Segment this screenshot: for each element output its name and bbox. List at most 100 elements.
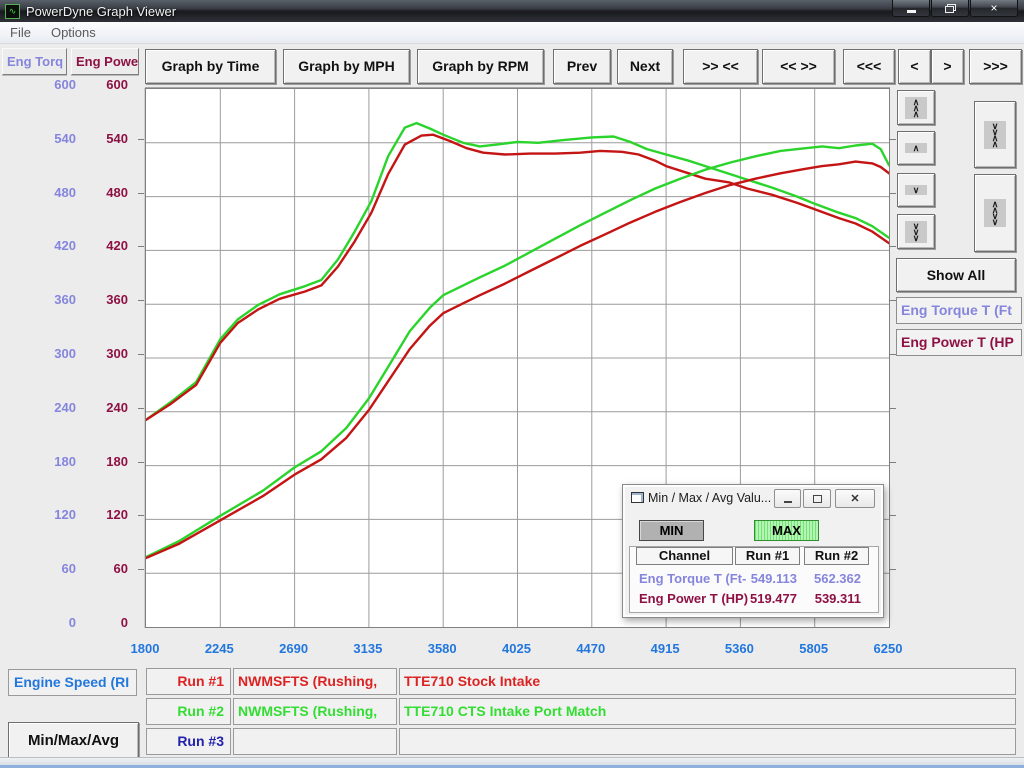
- y-tick-label-power: 300: [82, 346, 128, 362]
- y-zoom-in-button[interactable]: ∨ ∨ ∧ ∧: [974, 101, 1016, 168]
- x-tick-label: 3135: [336, 641, 400, 656]
- y-tick-label-power: 540: [82, 131, 128, 147]
- power-channel-label[interactable]: Eng Power T (HP: [896, 329, 1022, 356]
- tab-eng-torque[interactable]: Eng Torq: [2, 48, 67, 75]
- y-tick-label-torque: 120: [6, 507, 76, 523]
- min-max-avg-button[interactable]: Min/Max/Avg: [8, 722, 139, 760]
- close-button[interactable]: ×: [970, 0, 1018, 17]
- column-header-run1: Run #1: [735, 547, 800, 565]
- axis-tick-mark: [890, 569, 896, 570]
- x-tick-label: 4025: [485, 641, 549, 656]
- column-header-channel: Channel: [636, 547, 733, 565]
- expand-vertical-icon: ∧ ∧ ∨ ∨: [984, 199, 1007, 227]
- axis-tick-mark: [138, 515, 144, 516]
- next-button[interactable]: Next: [617, 49, 673, 84]
- run2-label[interactable]: Run #2: [146, 698, 231, 725]
- pan-right-button[interactable]: >: [931, 49, 964, 84]
- triple-chevron-up-icon: ∧ ∧ ∧: [905, 97, 928, 119]
- prev-button[interactable]: Prev: [553, 49, 611, 84]
- x-tick-label: 2690: [262, 641, 326, 656]
- scroll-down-fast-button[interactable]: ∨ ∨ ∨: [897, 214, 935, 249]
- axis-tick-mark: [138, 569, 144, 570]
- y-tick-label-power: 120: [82, 507, 128, 523]
- x-tick-label: 4470: [559, 641, 623, 656]
- pan-left-button[interactable]: <: [898, 49, 931, 84]
- window-bottom-border: [0, 757, 1024, 768]
- axis-tick-mark: [138, 246, 144, 247]
- popup-restore-button[interactable]: [803, 489, 831, 508]
- torque-row-run1-value: 549.113: [733, 571, 797, 586]
- chevron-down-icon: ∨: [905, 185, 928, 195]
- menu-bar: File Options: [0, 22, 1024, 44]
- popup-close-icon: ✕: [850, 492, 859, 505]
- popup-minimize-button[interactable]: [774, 489, 801, 508]
- torque-row-run2-value: 562.362: [801, 571, 861, 586]
- run1-label[interactable]: Run #1: [146, 668, 231, 695]
- zoom-in-x-button[interactable]: >> <<: [683, 49, 758, 84]
- pan-far-left-button[interactable]: <<<: [843, 49, 895, 84]
- axis-tick-mark: [890, 139, 896, 140]
- run3-description-box[interactable]: [399, 728, 1016, 755]
- graph-by-rpm-button[interactable]: Graph by RPM: [417, 49, 544, 84]
- maximize-button[interactable]: [931, 0, 969, 17]
- x-tick-label: 3580: [410, 641, 474, 656]
- popup-close-button[interactable]: ✕: [835, 489, 875, 508]
- axis-tick-mark: [890, 246, 896, 247]
- min-toggle-button[interactable]: MIN: [639, 520, 704, 541]
- torque-channel-label[interactable]: Eng Torque T (Ft: [896, 297, 1022, 324]
- y-tick-label-torque: 540: [6, 131, 76, 147]
- y-tick-label-power: 240: [82, 400, 128, 416]
- run3-label[interactable]: Run #3: [146, 728, 231, 755]
- app-icon: ∿: [5, 4, 20, 19]
- x-tick-label: 4915: [633, 641, 697, 656]
- min-max-popup-window[interactable]: Min / Max / Avg Valu... ✕ MIN MAX Channe…: [622, 484, 884, 618]
- pan-far-right-button[interactable]: >>>: [969, 49, 1022, 84]
- run2-description-box[interactable]: TTE710 CTS Intake Port Match: [399, 698, 1016, 725]
- y-tick-label-power: 60: [82, 561, 128, 577]
- popup-title: Min / Max / Avg Valu...: [648, 491, 771, 505]
- y-tick-label-power: 180: [82, 454, 128, 470]
- title-bar: ∿ PowerDyne Graph Viewer ×: [0, 0, 1024, 22]
- y-tick-label-torque: 0: [6, 615, 76, 631]
- show-all-button[interactable]: Show All: [896, 258, 1016, 292]
- scroll-up-fast-button[interactable]: ∧ ∧ ∧: [897, 90, 935, 125]
- x-axis-channel-box[interactable]: Engine Speed (RI: [8, 669, 137, 696]
- y-tick-label-torque: 240: [6, 400, 76, 416]
- y-tick-label-torque: 360: [6, 292, 76, 308]
- run1-file-box[interactable]: NWMSFTS (Rushing,: [233, 668, 397, 695]
- column-header-run2: Run #2: [804, 547, 869, 565]
- y-tick-label-power: 480: [82, 185, 128, 201]
- x-tick-label: 5360: [707, 641, 771, 656]
- close-icon: ×: [990, 1, 997, 15]
- axis-tick-mark: [138, 408, 144, 409]
- axis-tick-mark: [138, 139, 144, 140]
- menu-options[interactable]: Options: [41, 22, 106, 43]
- y-tick-label-torque: 480: [6, 185, 76, 201]
- y-tick-label-torque: 600: [6, 77, 76, 93]
- power-row-channel: Eng Power T (HP): [639, 591, 748, 606]
- max-toggle-button[interactable]: MAX: [754, 520, 819, 541]
- y-tick-label-power: 420: [82, 238, 128, 254]
- popup-window-icon: [631, 492, 644, 503]
- run3-file-box[interactable]: [233, 728, 397, 755]
- torque-row-channel: Eng Torque T (Ft-: [639, 571, 746, 586]
- x-tick-label: 2245: [187, 641, 251, 656]
- zoom-out-x-button[interactable]: << >>: [762, 49, 835, 84]
- y-zoom-out-button[interactable]: ∧ ∧ ∨ ∨: [974, 174, 1016, 252]
- menu-file[interactable]: File: [0, 22, 41, 43]
- minimize-button[interactable]: [892, 0, 930, 17]
- window-title: PowerDyne Graph Viewer: [26, 4, 176, 19]
- graph-by-mph-button[interactable]: Graph by MPH: [283, 49, 410, 84]
- scroll-down-button[interactable]: ∨: [897, 173, 935, 207]
- axis-tick-mark: [138, 300, 144, 301]
- y-tick-label-torque: 300: [6, 346, 76, 362]
- tab-eng-power[interactable]: Eng Powe: [71, 48, 139, 75]
- graph-by-time-button[interactable]: Graph by Time: [145, 49, 276, 84]
- axis-tick-mark: [890, 408, 896, 409]
- run1-description-box[interactable]: TTE710 Stock Intake: [399, 668, 1016, 695]
- scroll-up-button[interactable]: ∧: [897, 131, 935, 165]
- axis-tick-mark: [890, 515, 896, 516]
- y-tick-label-power: 360: [82, 292, 128, 308]
- run2-file-box[interactable]: NWMSFTS (Rushing,: [233, 698, 397, 725]
- axis-tick-mark: [138, 193, 144, 194]
